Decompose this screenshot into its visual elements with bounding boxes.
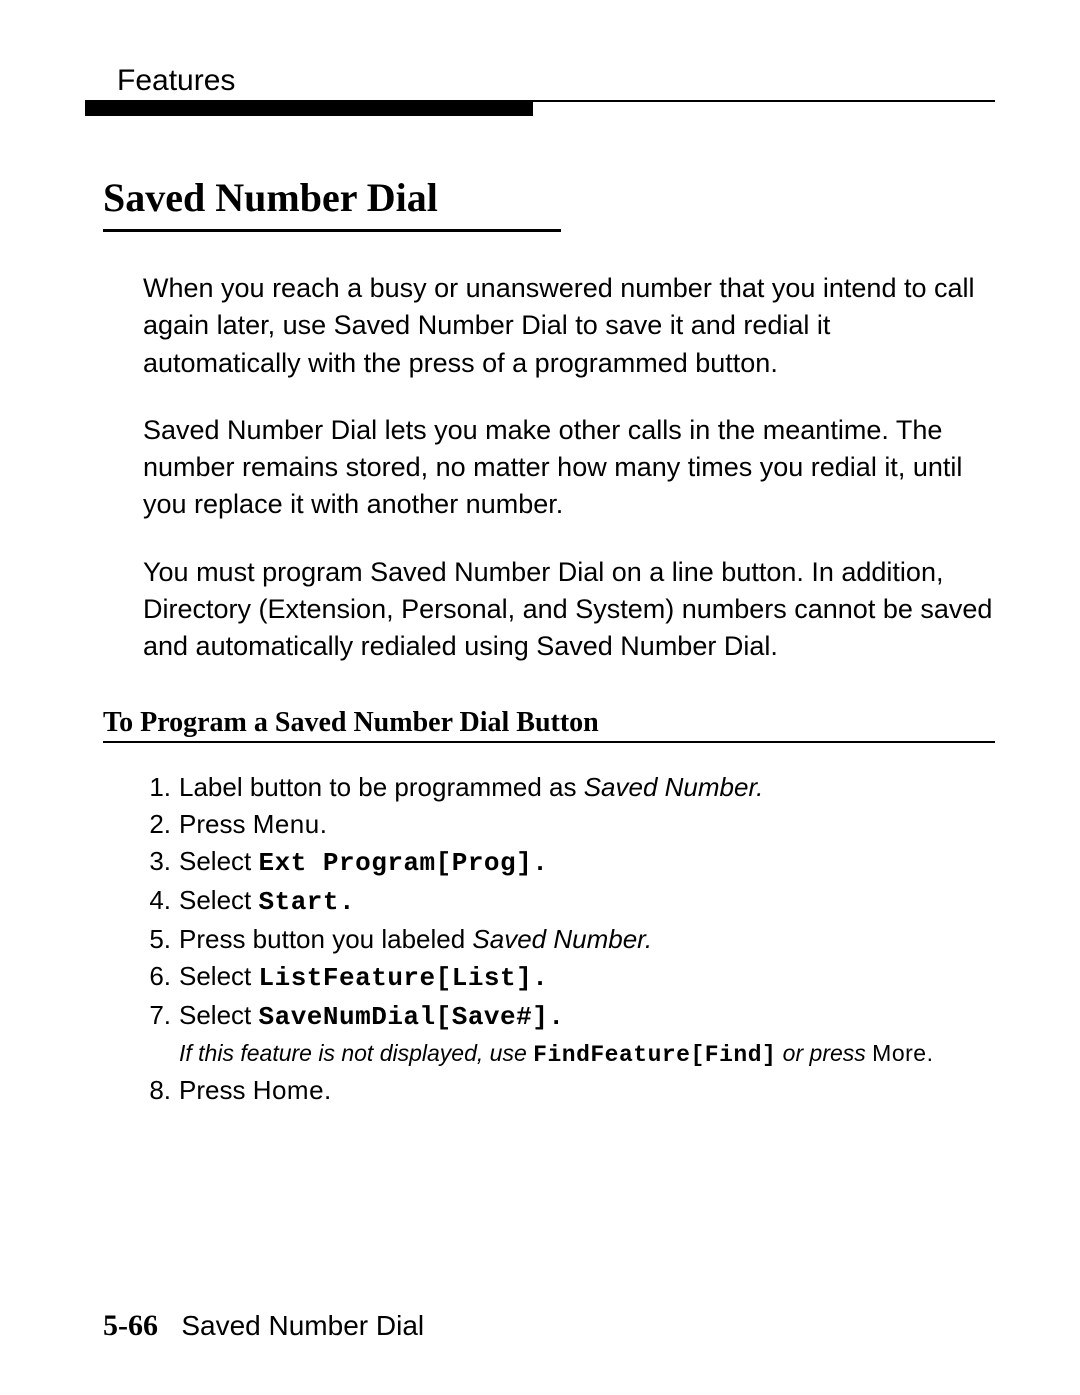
note-text-part: or press (776, 1040, 872, 1066)
footer-label: Saved Number Dial (181, 1310, 424, 1341)
header-label: Features (85, 64, 995, 100)
step-5: 5. Press button you labeled Saved Number… (143, 921, 995, 958)
step-text-part: Select (179, 961, 259, 991)
step-text: Select Start. (179, 882, 995, 921)
step-text: Select ListFeature[List]. (179, 958, 995, 997)
step-3: 3. Select Ext Program[Prog]. (143, 843, 995, 882)
title-underline (103, 229, 561, 232)
note-key-label: More. (872, 1040, 933, 1066)
header-rule-thick (85, 102, 533, 116)
step-6: 6. Select ListFeature[List]. (143, 958, 995, 997)
step-number: 7. (143, 997, 179, 1034)
subheading-rule (103, 741, 995, 743)
steps-list: 1. Label button to be programmed as Save… (143, 769, 995, 1109)
subheading: To Program a Saved Number Dial Button (103, 707, 995, 739)
step-1: 1. Label button to be programmed as Save… (143, 769, 995, 806)
step-2: 2. Press Menu. (143, 806, 995, 843)
note-text-part: If this feature is not displayed, use (179, 1040, 533, 1066)
paragraph-3: You must program Saved Number Dial on a … (143, 554, 995, 666)
step-code-label: Ext Program[Prog]. (259, 848, 549, 878)
step-code-label: ListFeature[List]. (259, 963, 549, 993)
step-text: Press button you labeled Saved Number. (179, 921, 995, 958)
step-number: 5. (143, 921, 179, 958)
step-text: Select SaveNumDial[Save#]. (179, 997, 995, 1036)
note-code-label: FindFeature[Find] (533, 1042, 776, 1068)
step-button-label: Saved Number. (472, 924, 652, 954)
step-number: 2. (143, 806, 179, 843)
step-number: 3. (143, 843, 179, 880)
step-7: 7. Select SaveNumDial[Save#]. (143, 997, 995, 1036)
step-7-note: If this feature is not displayed, use Fi… (143, 1036, 995, 1073)
paragraph-2: Saved Number Dial lets you make other ca… (143, 412, 995, 524)
paragraph-1: When you reach a busy or unanswered numb… (143, 270, 995, 382)
step-text: Label button to be programmed as Saved N… (179, 769, 995, 806)
step-key-label: Home. (253, 1075, 332, 1105)
step-number: 6. (143, 958, 179, 995)
step-number: 8. (143, 1072, 179, 1109)
step-text-part: Press (179, 1075, 253, 1105)
step-button-label: Saved Number. (584, 772, 764, 802)
step-text-part: Press button you labeled (179, 924, 472, 954)
step-text-part: Select (179, 885, 259, 915)
step-text-part: Select (179, 1000, 259, 1030)
step-text: Press Home. (179, 1072, 995, 1109)
step-code-label: SaveNumDial[Save#]. (259, 1002, 565, 1032)
page-header: Features (85, 64, 995, 116)
step-key-label: Menu. (253, 809, 328, 839)
page-footer: 5-66 Saved Number Dial (103, 1309, 424, 1343)
step-text: Press Menu. (179, 806, 995, 843)
step-code-label: Start. (259, 887, 356, 917)
section-title: Saved Number Dial (103, 174, 995, 229)
step-text-part: Press (179, 809, 253, 839)
footer-page-number: 5-66 (103, 1309, 158, 1342)
step-number: 1. (143, 769, 179, 806)
step-text: Select Ext Program[Prog]. (179, 843, 995, 882)
step-text-part: Label button to be programmed as (179, 772, 584, 802)
step-8: 8. Press Home. (143, 1072, 995, 1109)
step-text-part: Select (179, 846, 259, 876)
step-number: 4. (143, 882, 179, 919)
step-4: 4. Select Start. (143, 882, 995, 921)
